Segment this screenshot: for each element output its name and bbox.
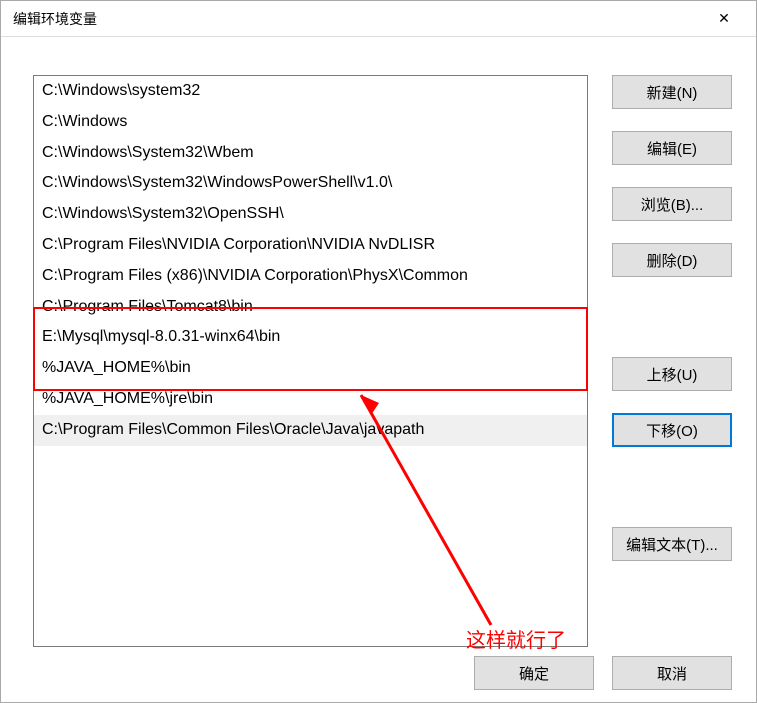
- list-item[interactable]: C:\Windows\System32\OpenSSH\: [34, 199, 587, 230]
- bottom-buttons: 确定 取消: [474, 656, 732, 690]
- edit-text-button[interactable]: 编辑文本(T)...: [612, 527, 732, 561]
- close-button[interactable]: ✕: [704, 4, 744, 34]
- list-item[interactable]: %JAVA_HOME%\bin: [34, 353, 587, 384]
- list-item[interactable]: %JAVA_HOME%\jre\bin: [34, 384, 587, 415]
- list-item[interactable]: C:\Windows: [34, 107, 587, 138]
- list-item[interactable]: C:\Program Files (x86)\NVIDIA Corporatio…: [34, 261, 587, 292]
- move-down-button[interactable]: 下移(O): [612, 413, 732, 447]
- path-listbox[interactable]: C:\Windows\system32 C:\Windows C:\Window…: [33, 75, 588, 647]
- edit-button[interactable]: 编辑(E): [612, 131, 732, 165]
- dialog-title: 编辑环境变量: [13, 9, 97, 29]
- list-item[interactable]: E:\Mysql\mysql-8.0.31-winx64\bin: [34, 322, 587, 353]
- list-item[interactable]: C:\Program Files\Common Files\Oracle\Jav…: [34, 415, 587, 446]
- new-button[interactable]: 新建(N): [612, 75, 732, 109]
- dialog-body: C:\Windows\system32 C:\Windows C:\Window…: [1, 37, 756, 702]
- browse-button[interactable]: 浏览(B)...: [612, 187, 732, 221]
- list-item[interactable]: C:\Windows\System32\Wbem: [34, 138, 587, 169]
- button-column: 新建(N) 编辑(E) 浏览(B)... 删除(D) 上移(U) 下移(O) 编…: [612, 75, 732, 561]
- list-item[interactable]: C:\Program Files\NVIDIA Corporation\NVID…: [34, 230, 587, 261]
- dialog-window: 编辑环境变量 ✕ C:\Windows\system32 C:\Windows …: [0, 0, 757, 703]
- close-icon: ✕: [718, 10, 730, 27]
- ok-button[interactable]: 确定: [474, 656, 594, 690]
- list-item[interactable]: C:\Program Files\Tomcat8\bin: [34, 292, 587, 323]
- list-item[interactable]: C:\Windows\System32\WindowsPowerShell\v1…: [34, 168, 587, 199]
- list-item[interactable]: C:\Windows\system32: [34, 76, 587, 107]
- titlebar: 编辑环境变量 ✕: [1, 1, 756, 37]
- cancel-button[interactable]: 取消: [612, 656, 732, 690]
- delete-button[interactable]: 删除(D): [612, 243, 732, 277]
- move-up-button[interactable]: 上移(U): [612, 357, 732, 391]
